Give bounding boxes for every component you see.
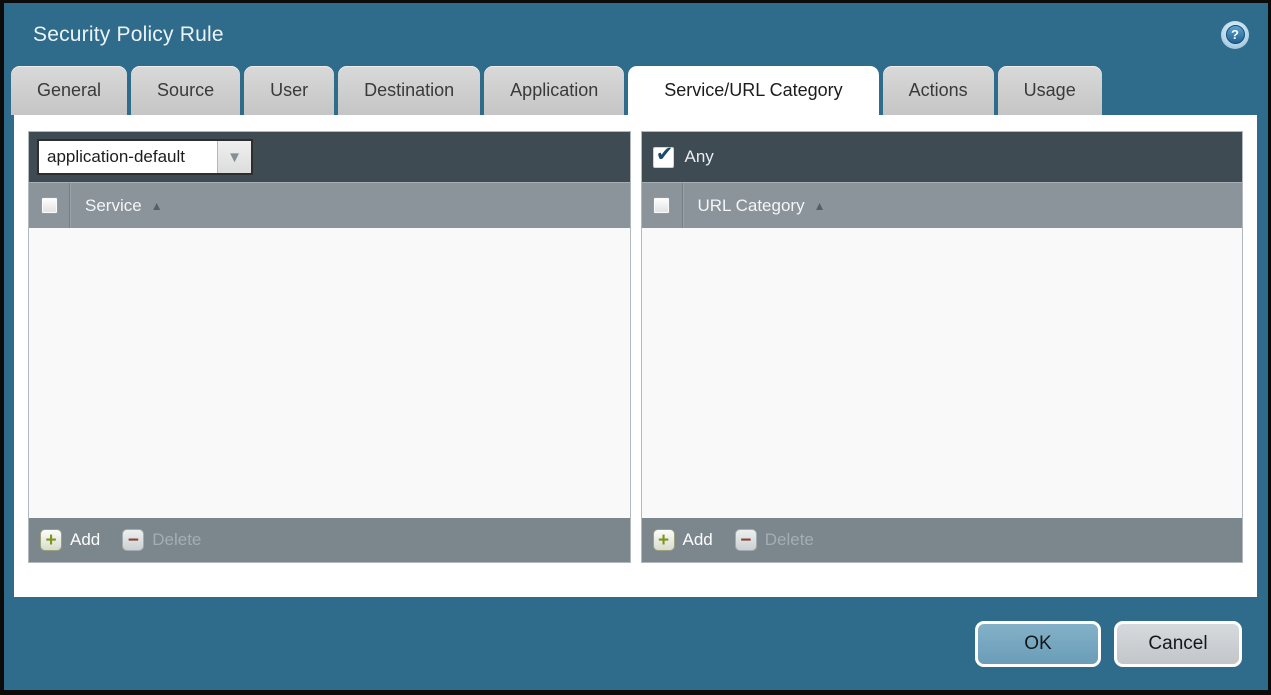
ok-button[interactable]: OK xyxy=(975,620,1101,667)
url-category-delete-button[interactable]: − Delete xyxy=(734,529,814,551)
tab-service-url-category[interactable]: Service/URL Category xyxy=(628,66,879,115)
delete-minus-icon: − xyxy=(122,529,145,551)
service-column-header[interactable]: Service xyxy=(85,196,142,216)
url-category-column-header[interactable]: URL Category xyxy=(698,196,805,216)
tab-actions[interactable]: Actions xyxy=(882,66,994,115)
add-plus-icon: + xyxy=(40,529,62,551)
any-checkbox[interactable]: ✔ xyxy=(652,143,674,168)
dialog-button-row: OK Cancel xyxy=(4,597,1268,690)
checkmark-icon: ✔ xyxy=(655,143,674,166)
delete-minus-icon: − xyxy=(734,529,757,551)
delete-button-label: Delete xyxy=(764,530,814,549)
any-checkbox-row[interactable]: ✔ Any xyxy=(650,143,714,168)
service-add-button[interactable]: + Add xyxy=(40,529,100,551)
service-table-header: Service ▲ xyxy=(29,182,630,228)
tab-general[interactable]: General xyxy=(11,66,128,115)
service-type-dropdown[interactable]: application-default ▼ xyxy=(37,139,253,175)
tab-application[interactable]: Application xyxy=(484,66,625,115)
chevron-down-icon: ▼ xyxy=(227,148,242,166)
service-list xyxy=(29,228,630,518)
help-button[interactable]: ? xyxy=(1221,20,1249,49)
url-category-select-all-cell xyxy=(642,183,683,228)
service-type-dropdown-value[interactable]: application-default xyxy=(39,141,217,173)
delete-button-label: Delete xyxy=(152,530,202,549)
service-delete-button[interactable]: − Delete xyxy=(122,529,201,551)
sort-ascending-icon[interactable]: ▲ xyxy=(814,199,826,213)
cancel-button[interactable]: Cancel xyxy=(1114,620,1242,667)
tab-user[interactable]: User xyxy=(244,66,335,115)
url-category-table-header: URL Category ▲ xyxy=(641,182,1242,228)
url-category-panel: ✔ Any URL Category ▲ + Add − Delete xyxy=(640,131,1243,563)
add-plus-icon: + xyxy=(652,529,675,551)
url-category-add-button[interactable]: + Add xyxy=(652,529,713,551)
add-button-label: Add xyxy=(70,530,101,549)
security-policy-rule-dialog: Security Policy Rule ? General Source Us… xyxy=(0,0,1271,695)
url-category-toolbar: ✔ Any xyxy=(641,132,1242,182)
tab-destination[interactable]: Destination xyxy=(338,66,481,115)
tab-content-area: application-default ▼ Service ▲ + Add − … xyxy=(14,115,1257,597)
url-category-footer-bar: + Add − Delete xyxy=(641,518,1242,562)
tab-usage[interactable]: Usage xyxy=(997,66,1102,115)
add-button-label: Add xyxy=(682,530,713,549)
url-category-list xyxy=(641,228,1242,518)
tab-source[interactable]: Source xyxy=(131,66,241,115)
service-panel: application-default ▼ Service ▲ + Add − … xyxy=(28,131,631,563)
service-select-all-checkbox[interactable] xyxy=(40,197,58,214)
dialog-title: Security Policy Rule xyxy=(33,22,224,46)
service-select-all-cell xyxy=(29,183,70,228)
tab-strip: General Source User Destination Applicat… xyxy=(4,66,1268,115)
service-footer-bar: + Add − Delete xyxy=(29,518,630,562)
service-toolbar: application-default ▼ xyxy=(29,132,630,182)
dialog-titlebar: Security Policy Rule ? xyxy=(4,3,1268,66)
dropdown-arrow-button[interactable]: ▼ xyxy=(217,141,251,173)
sort-ascending-icon[interactable]: ▲ xyxy=(151,199,163,213)
any-label: Any xyxy=(684,147,714,166)
url-category-select-all-checkbox[interactable] xyxy=(653,197,670,214)
help-icon: ? xyxy=(1225,25,1245,44)
